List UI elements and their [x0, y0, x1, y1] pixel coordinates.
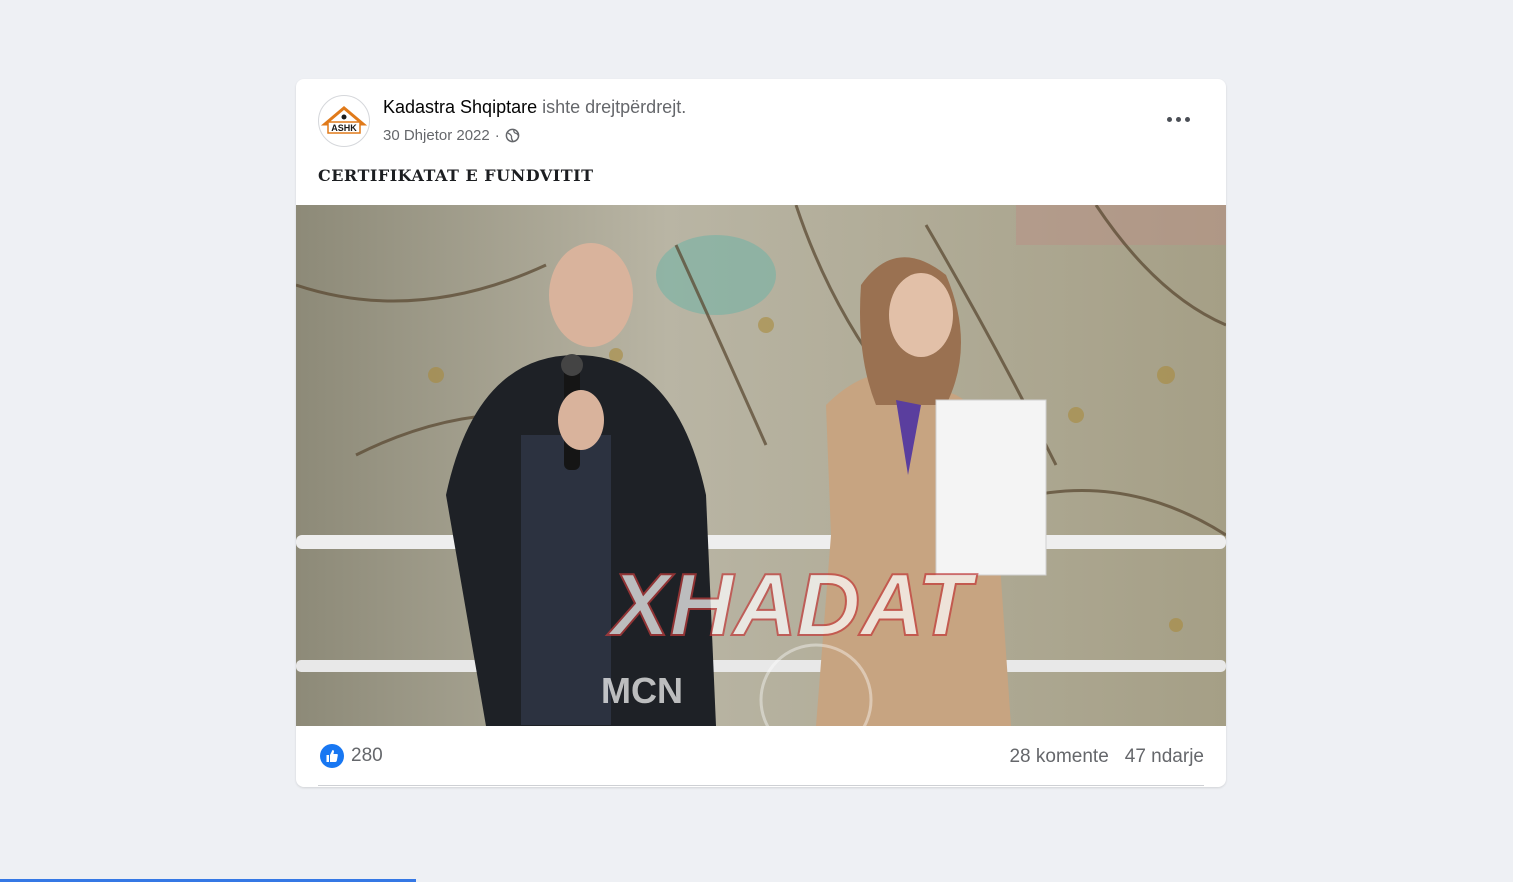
like-icon — [320, 744, 344, 768]
post-card: ASHK Kadastra Shqiptare ishte drejtpërdr… — [296, 79, 1226, 787]
reactions-count: 280 — [351, 745, 383, 766]
post-header: ASHK Kadastra Shqiptare ishte drejtpërdr… — [296, 79, 1226, 159]
watermark-sub: MCN — [601, 670, 683, 711]
author-status: ishte drejtpërdrejt. — [542, 97, 687, 117]
post-date-link[interactable]: 30 Dhjetor 2022 — [383, 127, 490, 144]
shares-count-link[interactable]: 47 ndarje — [1125, 746, 1204, 768]
more-horizontal-icon — [1166, 116, 1172, 122]
page-avatar[interactable]: ASHK — [318, 95, 370, 147]
comments-count-link[interactable]: 28 komente — [1009, 746, 1108, 768]
globe-icon — [505, 128, 520, 143]
post-video[interactable]: XHADAT MCN — [296, 205, 1226, 726]
author-line: Kadastra Shqiptare ishte drejtpërdrejt. — [383, 97, 686, 118]
post-footer: 280 28 komente 47 ndarje — [296, 726, 1226, 787]
more-dot — [1184, 116, 1190, 122]
footer-divider — [318, 785, 1204, 786]
more-options-button[interactable] — [1160, 107, 1196, 131]
post-stats: 28 komente 47 ndarje — [1009, 746, 1204, 768]
reactions-summary[interactable]: 280 — [320, 744, 383, 768]
post-meta: 30 Dhjetor 2022 · — [383, 127, 520, 144]
more-dot — [1175, 116, 1181, 122]
video-frame: XHADAT MCN — [296, 205, 1226, 726]
avatar-text: ASHK — [331, 123, 357, 133]
ashk-logo: ASHK — [320, 106, 368, 134]
author-name-link[interactable]: Kadastra Shqiptare — [383, 97, 537, 117]
post-text: CERTIFIKATAT E FUNDVITIT — [318, 166, 594, 185]
watermark-main: XHADAT — [606, 555, 977, 654]
meta-separator: · — [494, 127, 500, 144]
